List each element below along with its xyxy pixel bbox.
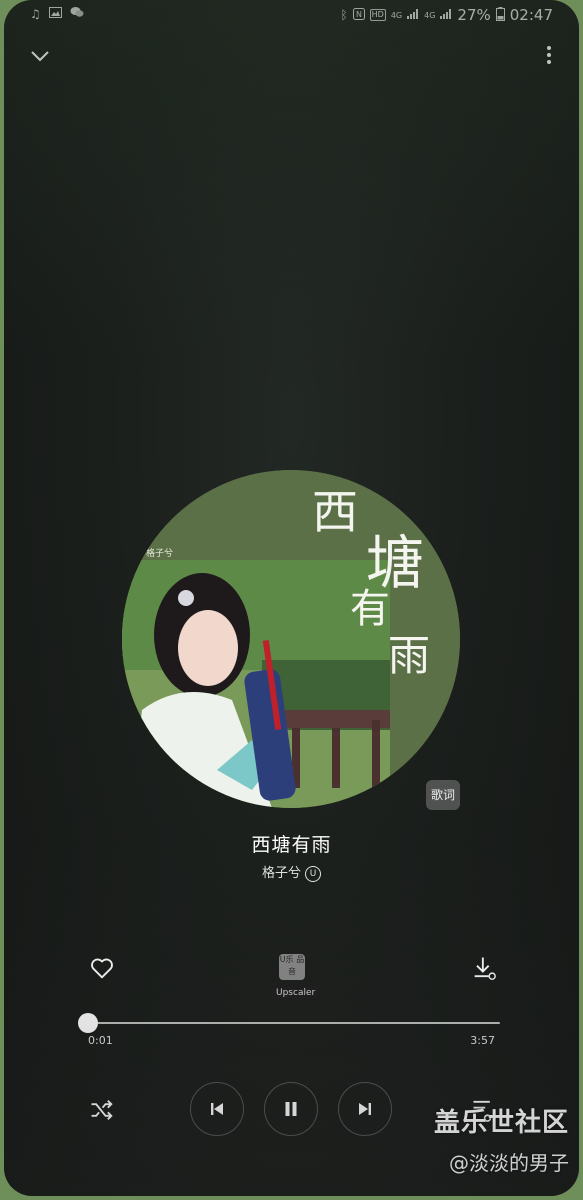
- status-notification-icons: ♫: [30, 6, 84, 21]
- chevron-down-icon: [31, 51, 49, 62]
- watermark-community: 盖乐世社区: [433, 1108, 569, 1138]
- cover-artist-text: 格子兮: [146, 549, 174, 559]
- artist-name: 格子兮: [261, 866, 301, 881]
- status-system-icons: ᛒ N HD 4G 4G 27% 02:47: [340, 6, 553, 24]
- upscaler-button[interactable]: U乐 品音 Upscaler: [272, 950, 320, 1006]
- watermark: 盖乐世社区 @淡淡的男子: [434, 1102, 569, 1176]
- lyrics-button[interactable]: 歌词: [426, 780, 460, 810]
- cover-char-1: 西: [312, 485, 358, 539]
- signal-icon-2: [440, 8, 452, 22]
- song-title: 西塘有雨: [251, 834, 332, 856]
- skip-next-icon: [359, 1103, 371, 1115]
- total-time: 3:57: [470, 1034, 495, 1047]
- album-cover[interactable]: 西 塘 有 雨 格子兮: [122, 470, 460, 808]
- collapse-button[interactable]: [28, 44, 52, 68]
- more-vert-icon: [543, 46, 555, 64]
- player-top-bar: [4, 36, 579, 76]
- skip-previous-icon: [211, 1103, 223, 1115]
- pause-icon: [285, 1102, 297, 1116]
- cover-char-3: 有: [350, 586, 390, 632]
- previous-button[interactable]: [190, 1082, 244, 1136]
- download-button[interactable]: [470, 954, 498, 982]
- wechat-icon: [70, 6, 84, 21]
- clock: 02:47: [509, 6, 553, 24]
- gallery-icon: [48, 6, 62, 21]
- shuffle-icon: [91, 1100, 113, 1120]
- bluetooth-icon: ᛒ: [340, 8, 348, 22]
- download-icon: [474, 957, 496, 980]
- shuffle-button[interactable]: [88, 1096, 116, 1124]
- artist-row[interactable]: 格子兮 U: [4, 862, 579, 882]
- battery-percent: 27%: [457, 6, 491, 24]
- elapsed-time: 0:01: [88, 1034, 113, 1047]
- heart-icon: [91, 958, 113, 979]
- signal-icon: [407, 8, 419, 22]
- cover-title-calligraphy: 西 塘 有 雨: [312, 476, 452, 680]
- battery-icon: [495, 6, 505, 24]
- artist-badge: U: [305, 865, 321, 882]
- progress-track: [86, 1022, 500, 1024]
- hd-badge: HD: [369, 9, 386, 21]
- nfc-icon: N: [352, 7, 365, 23]
- network-4g-label: 4G: [390, 10, 403, 20]
- phone-screen: ♫ ᛒ N HD 4G 4G 27% 02:47 西 塘 有 雨 格子兮 歌词 …: [4, 0, 579, 1196]
- favorite-button[interactable]: [88, 954, 116, 982]
- svg-text:N: N: [356, 10, 362, 19]
- next-button[interactable]: [338, 1082, 392, 1136]
- upscaler-label: Upscaler: [272, 987, 320, 999]
- progress-bar[interactable]: [77, 1013, 500, 1033]
- upscaler-icon: U乐 品音: [279, 954, 305, 980]
- cover-char-4: 雨: [388, 631, 431, 680]
- status-bar: ♫ ᛒ N HD 4G 4G 27% 02:47: [4, 0, 579, 30]
- action-row: U乐 品音 Upscaler: [4, 950, 579, 1010]
- music-note-icon: ♫: [30, 6, 41, 21]
- more-options-button[interactable]: [543, 44, 555, 68]
- watermark-author: @淡淡的男子: [449, 1151, 569, 1175]
- pause-button[interactable]: [264, 1082, 318, 1136]
- network-4g-label-2: 4G: [424, 10, 436, 20]
- progress-thumb[interactable]: [77, 1013, 98, 1033]
